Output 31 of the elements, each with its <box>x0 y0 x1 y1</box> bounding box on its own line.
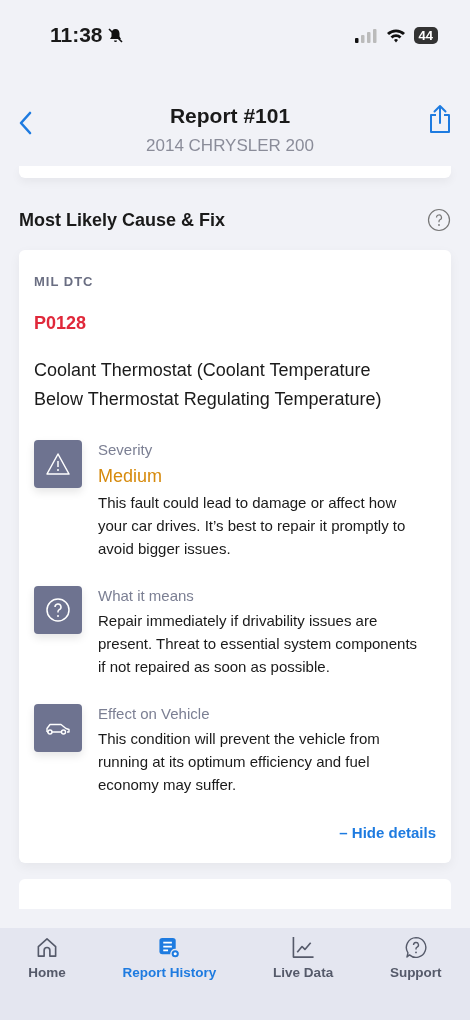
line-chart-icon[interactable] <box>291 936 316 959</box>
detail-title: What it means <box>98 586 195 606</box>
card-label: MIL DTC <box>34 274 95 289</box>
share-icon[interactable] <box>428 104 452 134</box>
hide-details-link[interactable]: – Hide details <box>339 824 436 841</box>
home-tab[interactable]: Home <box>28 936 66 980</box>
detail-text: Repair immediately if drivability issues are present. Threat to essential system components if not repaired as soon as possible. <box>98 611 419 677</box>
fault-code: P0128 <box>34 313 88 334</box>
detail-text: This condition will prevent the vehicle from running at its optimum efficiency and fuel economy may suffer. <box>98 729 381 795</box>
section-title: Most Likely Cause & Fix <box>19 209 226 231</box>
detail-title: Severity <box>98 440 154 460</box>
battery-level: 44 <box>413 26 438 44</box>
signal-icon <box>353 27 378 43</box>
report-icon[interactable] <box>157 936 182 959</box>
warning-icon <box>34 440 82 488</box>
wifi-icon <box>385 27 406 43</box>
help-icon[interactable] <box>427 208 451 232</box>
live-tab[interactable]: Live Data <box>273 936 334 980</box>
support-tab[interactable]: Support <box>389 936 442 980</box>
fault-description: Coolant Thermostat (Coolant Temperature Below Thermostat Regulating Temperature) <box>34 359 383 411</box>
detail-title: Effect on Vehicle <box>98 704 211 724</box>
muted-bell-icon <box>106 26 124 44</box>
history-tab[interactable]: Report History <box>122 936 217 980</box>
detail-text: This fault could lead to damage or affect how your car drives. It’s best to repair it promptly to avoid bigger issues. <box>98 493 407 559</box>
question-icon <box>34 586 82 634</box>
report-title: Report #101 <box>169 104 291 128</box>
vehicle-name: 2014 CHRYSLER 200 <box>146 136 314 156</box>
severity-rating: Medium <box>98 465 164 488</box>
car-icon <box>34 704 82 752</box>
status-time: 11:38 <box>50 23 103 47</box>
back-icon[interactable] <box>18 111 32 135</box>
